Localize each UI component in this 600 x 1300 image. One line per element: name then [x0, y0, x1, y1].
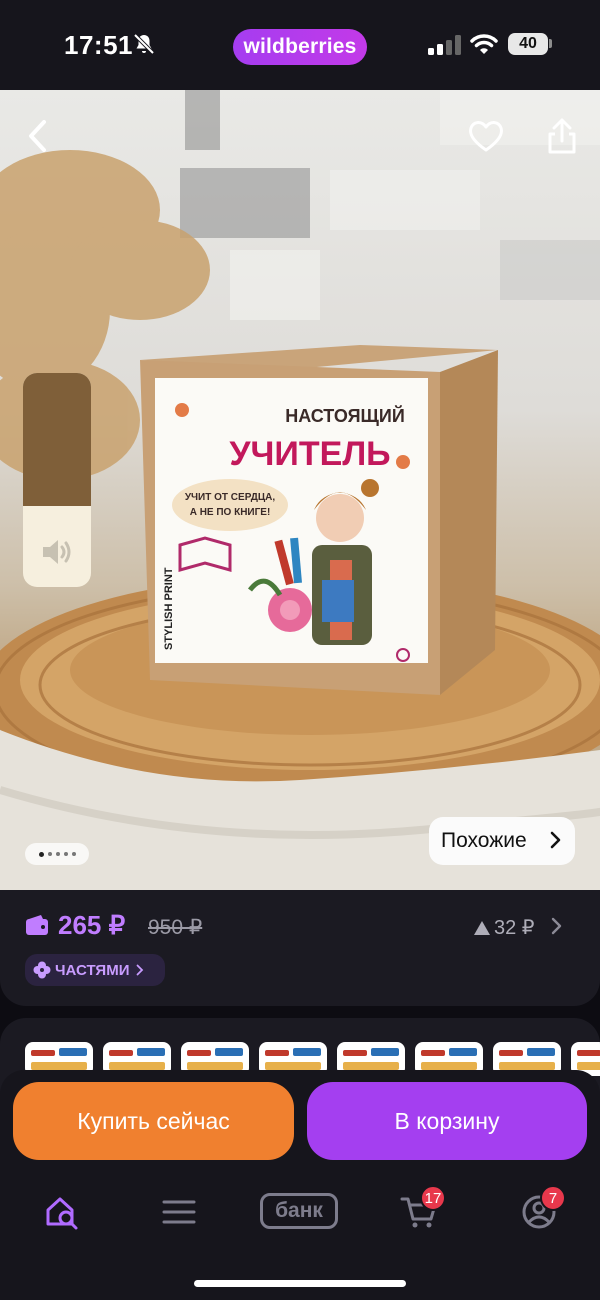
- installments-button[interactable]: ЧАСТЯМИ: [25, 954, 165, 986]
- triangle-up-icon: [474, 920, 490, 935]
- old-price: 950 ₽: [148, 916, 203, 939]
- thumbnail-graphic: [421, 1062, 477, 1070]
- thumbnail-graphic: [265, 1062, 321, 1070]
- thumbnail-graphic: [421, 1050, 445, 1056]
- add-to-cart-button[interactable]: В корзину: [307, 1082, 587, 1160]
- status-time: 17:51: [64, 30, 133, 60]
- back-button[interactable]: [14, 112, 62, 160]
- home-search-icon: [46, 1197, 78, 1230]
- volume-slider[interactable]: [23, 373, 91, 587]
- thumbnail-graphic: [59, 1048, 87, 1056]
- bottom-panel: Купить сейчас В корзину банк 17 7: [0, 1070, 600, 1300]
- similar-button[interactable]: Похожие: [429, 817, 575, 865]
- cart-count-badge: 17: [420, 1185, 446, 1211]
- thumbnail-graphic: [343, 1062, 399, 1070]
- status-bar: 17:51 wildberries 40: [0, 0, 600, 90]
- heart-icon: [469, 121, 503, 152]
- battery-tip: [549, 39, 552, 48]
- gallery-pagination: [25, 843, 89, 865]
- price-history-button[interactable]: 32 ₽: [474, 915, 535, 940]
- thumbnail-graphic: [527, 1048, 555, 1056]
- product-photo[interactable]: НАСТОЯЩИЙ УЧИТЕЛЬ УЧИТ ОТ СЕРДЦА, А НЕ П…: [0, 90, 600, 890]
- thumbnail-graphic: [577, 1050, 600, 1056]
- thumbnail-graphic: [499, 1062, 555, 1070]
- thumbnail-graphic: [187, 1050, 211, 1056]
- thumbnail-graphic: [343, 1050, 367, 1056]
- chevron-right-icon: [137, 964, 144, 976]
- buy-now-button[interactable]: Купить сейчас: [13, 1082, 294, 1160]
- box-title-line2: УЧИТЕЛЬ: [229, 435, 390, 473]
- signal-icon: [428, 35, 461, 55]
- brand-logo: wildberries: [233, 29, 367, 65]
- box-bubble-line1: УЧИТ ОТ СЕРДЦА,: [185, 492, 276, 503]
- bell-muted-icon: [133, 33, 155, 55]
- thumbnail-graphic: [109, 1062, 165, 1070]
- battery-indicator: 40: [508, 33, 548, 55]
- thumbnail-graphic: [265, 1050, 289, 1056]
- thumbnail-graphic: [215, 1048, 243, 1056]
- similar-label: Похожие: [441, 829, 527, 852]
- installments-label: ЧАСТЯМИ: [55, 961, 130, 979]
- thumbnail-graphic: [371, 1048, 399, 1056]
- speaker-icon: [43, 540, 71, 564]
- nav-home[interactable]: [38, 1188, 86, 1236]
- nav-catalog[interactable]: [155, 1188, 203, 1236]
- gallery-dot: [47, 852, 52, 856]
- share-icon: [548, 118, 576, 154]
- chevron-left-icon: [29, 120, 46, 152]
- current-price: 265 ₽: [58, 910, 126, 940]
- thumbnail-graphic: [577, 1062, 600, 1070]
- thumbnail-graphic: [293, 1048, 321, 1056]
- gallery-dot: [71, 852, 76, 856]
- gallery-dot: [55, 852, 60, 856]
- price-diff-value: 32 ₽: [494, 917, 535, 939]
- menu-icon: [162, 1200, 196, 1224]
- thumbnail-graphic: [31, 1050, 55, 1056]
- chevron-right-icon: [550, 831, 561, 849]
- thumbnail-graphic: [499, 1050, 523, 1056]
- box-bubble-line2: А НЕ ПО КНИГЕ!: [190, 507, 271, 518]
- box-title-line1: НАСТОЯЩИЙ: [285, 405, 405, 426]
- thumbnail-graphic: [109, 1050, 133, 1056]
- gallery-dot: [63, 852, 68, 856]
- clover-icon: [33, 961, 51, 979]
- home-indicator[interactable]: [194, 1280, 406, 1287]
- price-card: 265 ₽ 950 ₽ 32 ₽ ЧАСТЯМИ: [0, 890, 600, 1006]
- thumbnail-graphic: [449, 1048, 477, 1056]
- volume-level: [23, 373, 91, 506]
- share-button[interactable]: [538, 112, 586, 160]
- gallery-dot: [38, 851, 44, 857]
- box-brand-text: STYLISH PRINT: [163, 567, 175, 650]
- thumbnail-graphic: [187, 1062, 243, 1070]
- profile-count-badge: 7: [540, 1185, 566, 1211]
- thumbnail-graphic: [137, 1048, 165, 1056]
- wallet-icon: [26, 915, 48, 935]
- wifi-icon: [470, 34, 498, 54]
- thumbnail-graphic: [31, 1062, 87, 1070]
- favorite-button[interactable]: [462, 112, 510, 160]
- nav-bank[interactable]: банк: [260, 1193, 338, 1229]
- chevron-right-icon[interactable]: [551, 917, 562, 935]
